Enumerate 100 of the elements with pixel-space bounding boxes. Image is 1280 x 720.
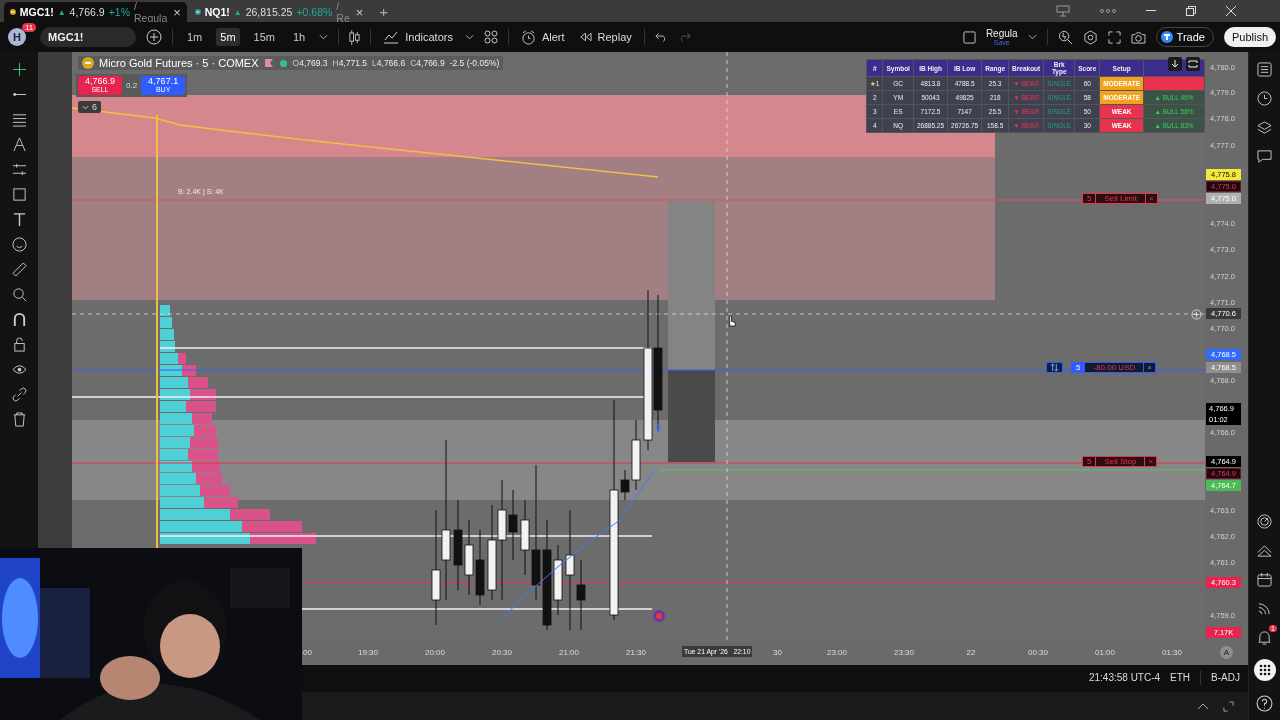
order-label[interactable]: Sell Limit (1096, 193, 1146, 204)
interval-button[interactable]: 5m (216, 28, 240, 46)
time-label: 00:30 (1028, 648, 1048, 657)
candlestick-icon[interactable] (349, 28, 361, 46)
restore-icon[interactable] (1186, 6, 1196, 16)
monitor-icon[interactable] (1056, 5, 1070, 17)
add-icon[interactable] (146, 29, 162, 45)
crosshair-icon[interactable] (11, 62, 27, 77)
order-quantity[interactable]: 5 (1071, 362, 1086, 373)
order-quantity[interactable]: 5 (1082, 456, 1097, 467)
text-tool-icon[interactable] (11, 212, 27, 227)
lines-icon[interactable] (11, 112, 27, 127)
time-label: 21:30 (626, 648, 646, 657)
trade-button[interactable]: Trade (1155, 27, 1214, 47)
gauge-icon[interactable] (1257, 514, 1272, 529)
camera-icon[interactable] (1130, 30, 1146, 44)
chart-icon (383, 30, 400, 44)
flag-icon[interactable] (263, 58, 274, 68)
new-tab-button[interactable]: + (371, 2, 397, 22)
trash-icon[interactable] (11, 412, 27, 427)
change-value: -2.5 (-0.05%) (449, 58, 500, 68)
interval-button[interactable]: 1h (288, 28, 310, 46)
fullscreen-icon[interactable] (1107, 30, 1121, 44)
quick-search-icon[interactable] (1057, 29, 1073, 45)
link-icon[interactable] (11, 387, 27, 402)
symbol-search-field[interactable]: MGC1! (40, 27, 136, 47)
ohlc-value: O4,769.3 (292, 58, 328, 68)
signal-icon[interactable] (1257, 601, 1272, 616)
notification-badge: 11 (22, 23, 37, 32)
order-label[interactable]: Sell Stop (1096, 456, 1146, 467)
smiley-icon[interactable] (11, 237, 27, 252)
more-icon[interactable] (1100, 9, 1116, 13)
minimize-icon[interactable] (1146, 10, 1156, 12)
clock-text: 21:43:58 UTC-4 (1088, 672, 1161, 683)
ruler-icon[interactable] (11, 262, 27, 277)
interval-button[interactable]: 15m (249, 28, 279, 46)
publish-button[interactable]: Publish (1223, 27, 1276, 47)
time-label: 30 (773, 648, 782, 657)
cancel-order-button[interactable]: × (1144, 362, 1156, 373)
ohlc-value: C4,766.9 (410, 58, 445, 68)
close-icon[interactable] (1226, 6, 1236, 16)
indicators-button[interactable]: Indicators (381, 28, 455, 46)
apps-button[interactable] (1253, 659, 1276, 681)
interval-button[interactable]: 1m (183, 28, 207, 46)
templates-icon[interactable] (483, 30, 498, 44)
clock-icon[interactable] (1257, 91, 1272, 106)
logo-icon (1160, 31, 1173, 43)
buy-arrow-icon (655, 422, 662, 434)
lock-icon[interactable] (11, 337, 27, 352)
zoom-icon[interactable] (11, 287, 27, 302)
collapse-button[interactable]: 6 (78, 101, 101, 113)
mountains-icon[interactable] (1257, 543, 1272, 558)
reverse-button[interactable] (1046, 362, 1063, 373)
time-label: 23:00 (827, 648, 847, 657)
chevron-down-icon[interactable] (464, 34, 474, 40)
chevron-down-icon[interactable] (319, 34, 329, 40)
alarm-clock-icon (520, 29, 536, 45)
chevron-up-icon[interactable] (1197, 702, 1209, 710)
grid-icon (1258, 664, 1271, 676)
time-label: 20:30 (492, 648, 512, 657)
order-label[interactable]: -80.00 USD (1085, 362, 1145, 373)
eye-icon[interactable] (11, 362, 27, 377)
replay-button[interactable]: Replay (576, 29, 634, 45)
session-button[interactable]: ETH (1170, 672, 1191, 683)
refresh-icon[interactable] (1186, 57, 1200, 71)
session-marker-icon (653, 610, 665, 622)
cancel-order-button[interactable]: × (1145, 193, 1158, 204)
alert-button[interactable]: Alert (518, 27, 567, 47)
calendar-icon[interactable] (1257, 572, 1272, 587)
square-icon[interactable] (962, 30, 976, 44)
avatar[interactable]: H (8, 28, 26, 46)
rewind-icon (578, 32, 592, 42)
rectangle-icon[interactable] (11, 187, 27, 202)
undo-icon[interactable] (654, 32, 668, 42)
magnet-icon[interactable] (11, 312, 27, 327)
download-icon[interactable] (1168, 57, 1182, 71)
auto-scale-button[interactable]: A (1220, 646, 1233, 659)
coin-icon (82, 57, 94, 69)
coin-icon (10, 9, 16, 15)
bell-icon[interactable] (1257, 630, 1272, 645)
maximize-icon[interactable] (1223, 700, 1234, 712)
chevron-down-icon[interactable] (1027, 34, 1037, 40)
time-label: 00 (303, 648, 312, 657)
sliders-icon[interactable] (11, 162, 27, 177)
layers-icon[interactable] (1257, 120, 1272, 135)
time-label: 19:30 (358, 648, 378, 657)
pitchfork-icon[interactable] (11, 137, 27, 152)
status-dot-icon (278, 58, 288, 68)
time-label: 22 (966, 648, 976, 657)
chevron-down-icon (82, 104, 89, 110)
settings-icon[interactable] (1082, 29, 1098, 45)
time-label: 01:00 (1095, 648, 1115, 657)
chat-icon[interactable] (1257, 149, 1272, 164)
add-alert-icon[interactable] (1191, 309, 1202, 320)
adjustment-button[interactable]: B-ADJ (1211, 672, 1240, 683)
list-icon[interactable] (1257, 62, 1272, 77)
spread-value: 0.2 (126, 80, 138, 90)
order-quantity[interactable]: 5 (1082, 193, 1097, 204)
cancel-order-button[interactable]: × (1145, 456, 1158, 467)
help-icon[interactable] (1256, 695, 1273, 712)
